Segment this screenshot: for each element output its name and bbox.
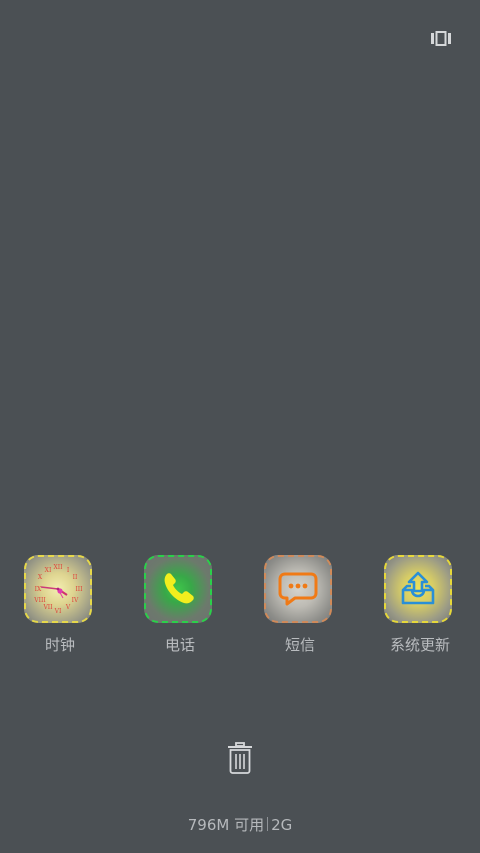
svg-text:X: X [38,574,43,581]
clear-all-button[interactable] [227,742,253,774]
svg-text:VI: VI [54,608,62,615]
app-phone-label: 电话 [164,636,195,654]
svg-text:IV: IV [72,597,79,604]
svg-text:XII: XII [53,564,63,571]
app-clock-label: 时钟 [44,636,75,654]
memory-status: 796M 可用 2G [0,815,480,835]
svg-text:VIII: VIII [33,597,46,604]
memory-available: 796M 可用 [187,816,265,834]
clock-icon: XII I II III IV V VI VII VIII IX X XI [33,564,83,615]
messages-app-tile[interactable] [264,555,332,623]
task-switcher-icon[interactable] [431,31,451,46]
app-system-update-label: 系统更新 [389,636,450,654]
phone-icon [164,573,194,604]
app-messages-label: 短信 [284,636,315,654]
svg-text:V: V [65,604,71,611]
phone-app-tile[interactable] [144,555,212,623]
svg-text:III: III [75,586,83,593]
memory-divider [267,817,269,831]
system-update-icon [401,571,435,605]
memory-total: 2G [271,816,293,834]
svg-text:I: I [67,567,70,574]
app-clock[interactable]: XII I II III IV V VI VII VIII IX X XI 时钟 [10,555,110,660]
system-update-app-tile[interactable] [384,555,452,623]
svg-text:VII: VII [42,604,53,611]
svg-text:II: II [73,574,78,581]
message-icon [278,572,318,606]
svg-text:XI: XI [45,567,52,574]
app-phone[interactable]: 电话 [130,555,230,660]
recent-apps-row: XII I II III IV V VI VII VIII IX X XI 时钟… [0,555,480,665]
app-system-update[interactable]: 系统更新 [370,555,470,660]
clock-app-tile[interactable]: XII I II III IV V VI VII VIII IX X XI [24,555,92,623]
app-messages[interactable]: 短信 [250,555,350,660]
svg-text:IX: IX [35,586,42,593]
trash-icon [228,742,252,774]
